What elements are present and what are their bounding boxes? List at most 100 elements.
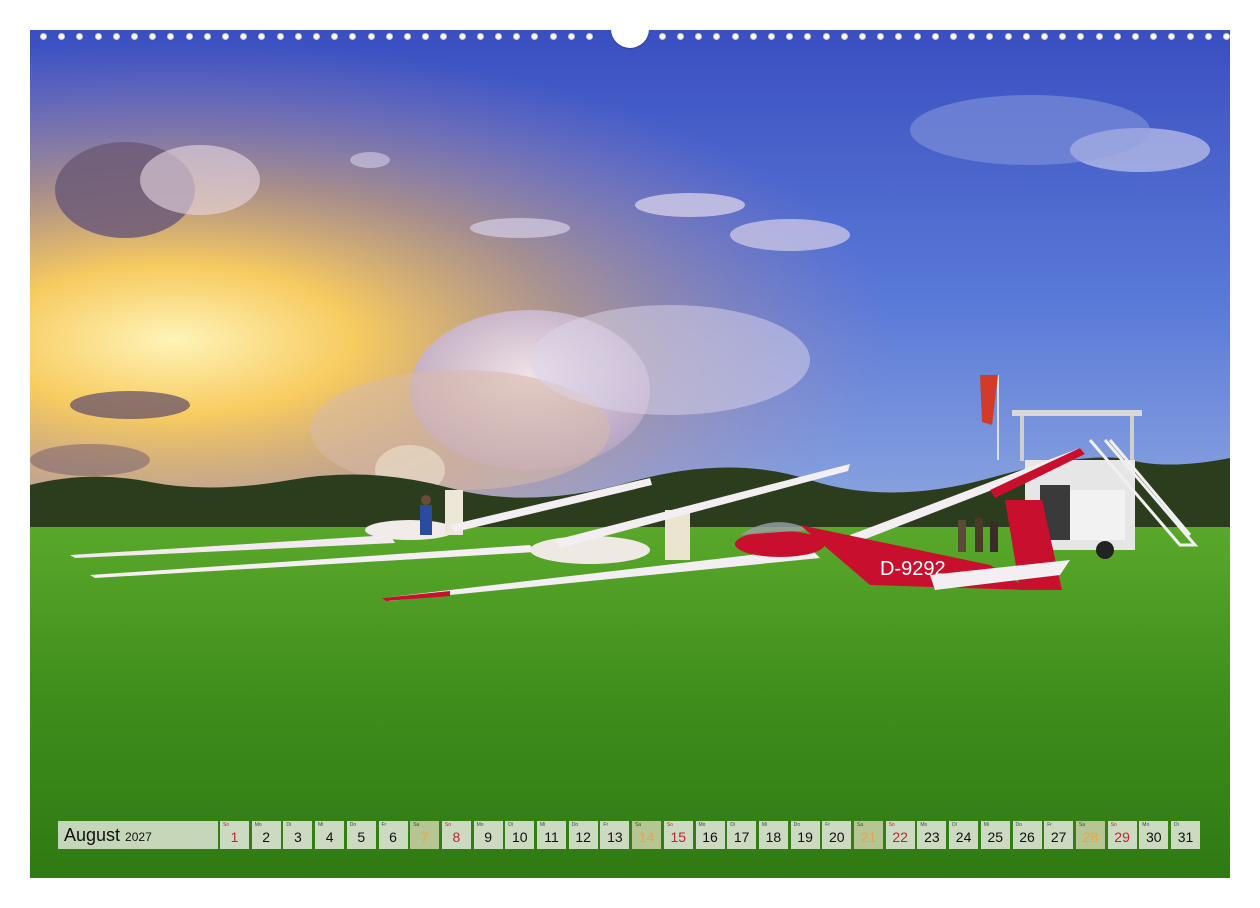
day-cell: So 29 <box>1107 821 1137 849</box>
day-cell: Fr 6 <box>378 821 408 849</box>
binding-ring <box>586 33 593 40</box>
binding-ring <box>713 33 721 40</box>
binding-ring <box>131 33 138 40</box>
binding-ring <box>222 33 229 40</box>
binding-ring <box>94 33 102 40</box>
binding-ring <box>895 33 903 40</box>
binding-ring <box>76 33 84 40</box>
day-cell: So 1 <box>220 821 249 849</box>
weekday-label: Sa <box>635 822 642 828</box>
weekday-label: Mi <box>983 822 990 828</box>
day-number: 7 <box>420 829 429 845</box>
weekday-label: So <box>1110 822 1117 828</box>
day-cell: Mi 4 <box>315 821 345 849</box>
binding-ring <box>731 33 739 40</box>
weekday-label: Fr <box>1047 822 1052 828</box>
weekday-label: Sa <box>1078 822 1086 828</box>
day-number: 1 <box>230 829 239 845</box>
binding-ring <box>167 33 175 40</box>
day-cell: Mo 2 <box>251 821 281 849</box>
weekday-label: Di <box>286 822 292 828</box>
day-number: 4 <box>325 829 334 845</box>
day-cell: Mo 23 <box>917 821 947 849</box>
weekday-label: Do <box>793 822 800 828</box>
month-year: 2027 <box>125 830 152 844</box>
gliders-on-airfield-photo: D-9292 <box>30 30 1230 878</box>
day-cell: Di 31 <box>1171 821 1200 849</box>
binding-ring <box>58 33 66 40</box>
binding-ring <box>1095 33 1103 40</box>
day-cell: Do 19 <box>790 821 820 849</box>
binding-ring <box>1204 33 1212 40</box>
binding-ring <box>1004 33 1012 40</box>
day-number: 5 <box>357 829 366 845</box>
day-cell: Mo 16 <box>695 821 725 849</box>
day-number: 27 <box>1050 829 1067 845</box>
weekday-label: Mo <box>476 822 484 828</box>
binding-ring <box>513 33 521 40</box>
day-number: 18 <box>765 829 782 845</box>
binding-ring <box>986 33 994 40</box>
binding-ring <box>185 33 193 40</box>
calendar-page: D-9292 August 2027 So 1 Mo 2 Di 3 Mi 4 Do 5 Fr 6 Sa 7… <box>0 0 1260 908</box>
weekday-label: Do <box>1015 822 1022 828</box>
binding-ring <box>768 33 775 40</box>
day-number: 15 <box>670 829 687 845</box>
day-cell: Mi 11 <box>537 821 566 849</box>
day-cell: Di 17 <box>727 821 757 849</box>
weekday-label: Do <box>349 822 357 828</box>
day-number: 22 <box>892 829 908 845</box>
day-cell: So 15 <box>663 821 693 849</box>
binding-ring <box>331 33 339 40</box>
weekday-label: Mi <box>761 822 768 828</box>
weekday-label: So <box>888 822 895 828</box>
day-number: 26 <box>1019 829 1035 845</box>
binding-ring <box>822 33 830 40</box>
day-cell: Di 10 <box>505 821 535 849</box>
binding-ring <box>749 33 757 40</box>
weekday-label: Mi <box>540 822 546 828</box>
binding-ring <box>1059 33 1067 40</box>
weekday-label: Sa <box>413 822 420 828</box>
binding-ring <box>913 33 921 40</box>
day-number: 6 <box>389 829 397 845</box>
day-cell: Do 12 <box>568 821 598 849</box>
day-number: 13 <box>607 829 623 845</box>
weekday-label: Mo <box>254 822 262 828</box>
month-label: August 2027 <box>58 821 218 849</box>
day-cell: Mo 30 <box>1139 821 1169 849</box>
day-cell: Sa 28 <box>1075 821 1105 849</box>
binding-ring <box>458 33 466 40</box>
binding-ring <box>313 33 320 40</box>
day-number: 3 <box>293 829 302 845</box>
binding-ring <box>549 33 557 40</box>
binding-ring <box>1041 33 1048 40</box>
binding-ring <box>40 33 47 40</box>
day-number: 2 <box>262 829 271 845</box>
binding-ring <box>349 33 357 40</box>
binding-ring <box>859 33 866 40</box>
binding-ring <box>276 33 284 40</box>
weekday-label: Mo <box>920 822 928 828</box>
weekday-label: Sa <box>857 822 864 828</box>
weekday-label: Mo <box>1142 822 1150 828</box>
binding-ring <box>877 33 885 40</box>
weekday-label: Fr <box>825 822 831 828</box>
day-cell: Mo 9 <box>473 821 503 849</box>
binding-ring <box>968 33 976 40</box>
binding-ring <box>1132 33 1139 40</box>
day-number: 30 <box>1146 829 1162 845</box>
month-calendar-strip: August 2027 So 1 Mo 2 Di 3 Mi 4 Do 5 Fr 6 Sa 7 So 8 Mo 9 D… <box>58 821 1208 849</box>
binding-ring <box>1022 33 1030 40</box>
weekday-label: Di <box>508 822 514 828</box>
day-number: 23 <box>924 829 940 845</box>
binding-ring <box>203 33 211 40</box>
day-cell: Fr 13 <box>600 821 630 849</box>
weekday-label: Mo <box>698 822 706 828</box>
binding-ring <box>1223 33 1230 40</box>
day-cell: Do 26 <box>1012 821 1042 849</box>
binding-ring <box>495 33 502 40</box>
binding-ring <box>240 33 248 40</box>
weekday-label: Di <box>952 822 957 828</box>
weekday-label: Mi <box>318 822 324 828</box>
